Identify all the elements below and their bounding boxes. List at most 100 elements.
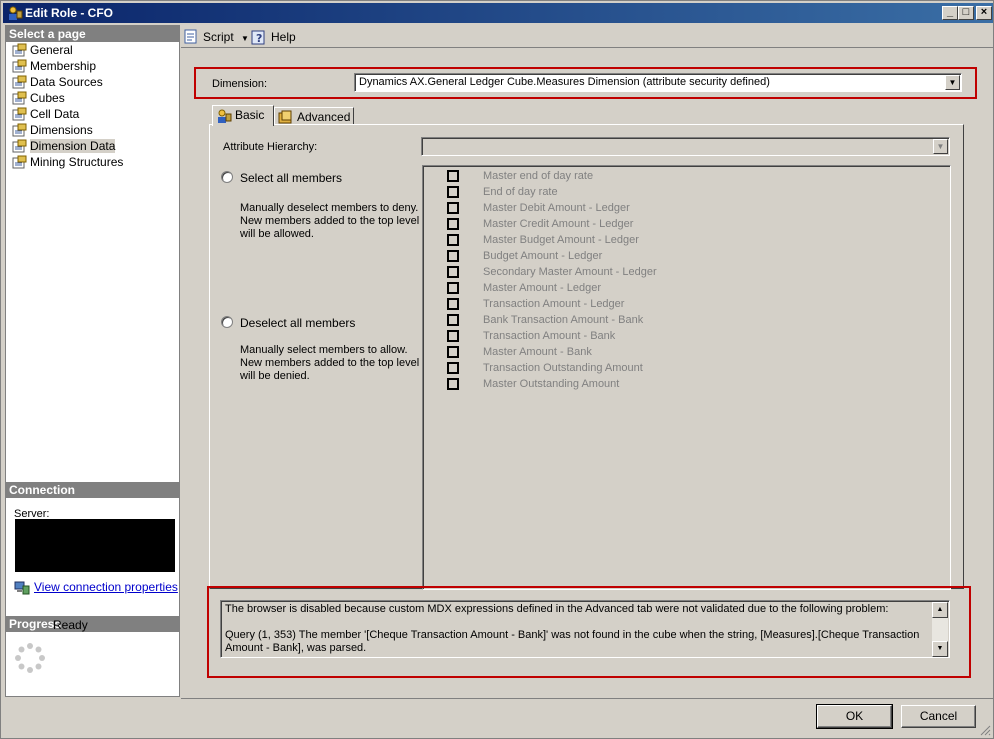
edit-role-window: Edit Role - CFO _ □ × Select a page Gene… — [0, 0, 994, 739]
script-dropdown-icon[interactable]: ▼ — [241, 34, 249, 43]
svg-text:?: ? — [256, 32, 262, 45]
page-item-label: Dimension Data — [30, 139, 116, 153]
deselect-all-description: Manually select members to allow. New me… — [240, 344, 420, 382]
member-checkbox[interactable] — [447, 170, 459, 182]
member-checkbox[interactable] — [447, 218, 459, 230]
resize-grip-icon[interactable] — [979, 724, 991, 736]
member-label: Master Outstanding Amount — [483, 378, 620, 390]
select-page-header: Select a page — [6, 26, 179, 42]
deselect-all-members-radio[interactable] — [221, 316, 233, 328]
member-checkbox[interactable] — [447, 234, 459, 246]
member-checkbox[interactable] — [447, 378, 459, 390]
attribute-hierarchy-label: Attribute Hierarchy: — [223, 141, 318, 153]
page-icon — [12, 43, 27, 57]
member-item[interactable]: Master end of day rate — [447, 168, 593, 184]
member-label: Master Budget Amount - Ledger — [483, 234, 639, 246]
left-panel: Select a page General Membership Data Sour… — [5, 25, 180, 697]
page-item-general[interactable]: General — [10, 42, 73, 58]
member-item[interactable]: End of day rate — [447, 184, 558, 200]
member-item[interactable]: Bank Transaction Amount - Bank — [447, 312, 643, 328]
toolbar: Script ▼ ? Help — [181, 25, 993, 47]
member-item[interactable]: Master Budget Amount - Ledger — [447, 232, 639, 248]
page-item-cubes[interactable]: Cubes — [10, 90, 65, 106]
scroll-down-icon[interactable]: ▼ — [932, 641, 948, 657]
page-item-dimensions[interactable]: Dimensions — [10, 122, 93, 138]
page-icon — [12, 75, 27, 89]
title-bar[interactable]: Edit Role - CFO _ □ × — [3, 3, 993, 23]
member-checkbox[interactable] — [447, 298, 459, 310]
page-item-cell-data[interactable]: Cell Data — [10, 106, 79, 122]
member-item[interactable]: Master Credit Amount - Ledger — [447, 216, 633, 232]
ok-button[interactable]: OK — [816, 704, 893, 729]
deselect-all-members-label[interactable]: Deselect all members — [240, 316, 355, 330]
page-item-membership[interactable]: Membership — [10, 58, 96, 74]
toolbar-separator — [181, 47, 993, 48]
member-checkbox[interactable] — [447, 330, 459, 342]
tab-basic[interactable]: Basic — [212, 105, 274, 126]
help-button[interactable]: ? Help — [251, 28, 296, 46]
page-icon — [12, 91, 27, 105]
member-label: Master Amount - Bank — [483, 346, 592, 358]
scroll-up-icon[interactable]: ▲ — [932, 602, 948, 618]
member-label: Bank Transaction Amount - Bank — [483, 314, 644, 326]
page-item-mining-structures[interactable]: Mining Structures — [10, 154, 123, 170]
page-item-dimension-data[interactable]: Dimension Data — [10, 138, 116, 154]
attribute-hierarchy-dropdown[interactable]: ▼ — [421, 137, 950, 156]
member-item[interactable]: Master Amount - Bank — [447, 344, 592, 360]
help-label: Help — [271, 30, 296, 44]
page-icon — [12, 59, 27, 73]
view-connection-properties-text[interactable]: View connection properties — [34, 580, 178, 594]
member-item[interactable]: Transaction Amount - Bank — [447, 328, 615, 344]
server-name-redacted — [15, 519, 175, 572]
minimize-button[interactable]: _ — [942, 6, 958, 20]
member-checkbox[interactable] — [447, 250, 459, 262]
maximize-button[interactable]: □ — [958, 6, 974, 20]
member-item[interactable]: Transaction Amount - Ledger — [447, 296, 624, 312]
member-item[interactable]: Secondary Master Amount - Ledger — [447, 264, 657, 280]
page-item-data-sources[interactable]: Data Sources — [10, 74, 103, 90]
connection-properties-icon — [14, 581, 30, 595]
member-checkbox[interactable] — [447, 314, 459, 326]
page-icon — [12, 139, 27, 153]
connection-header: Connection — [6, 482, 179, 498]
message-scrollbar[interactable]: ▲ ▼ — [932, 602, 948, 657]
page-icon — [12, 107, 27, 121]
progress-header: Progress — [6, 616, 179, 632]
member-item[interactable]: Master Debit Amount - Ledger — [447, 200, 630, 216]
select-all-members-label[interactable]: Select all members — [240, 171, 342, 185]
member-checkbox[interactable] — [447, 346, 459, 358]
cancel-button[interactable]: Cancel — [901, 705, 976, 728]
bottom-separator — [181, 698, 993, 699]
close-button[interactable]: × — [976, 6, 992, 20]
page-item-label: Cell Data — [30, 107, 80, 121]
member-checkbox[interactable] — [447, 282, 459, 294]
help-icon: ? — [251, 30, 265, 45]
member-checkbox[interactable] — [447, 186, 459, 198]
member-item[interactable]: Master Amount - Ledger — [447, 280, 601, 296]
member-checkbox[interactable] — [447, 266, 459, 278]
script-button[interactable]: Script ▼ — [183, 28, 249, 46]
member-label: Budget Amount - Ledger — [483, 250, 603, 262]
script-label: Script — [203, 30, 234, 44]
member-checkbox[interactable] — [447, 202, 459, 214]
page-item-label: Cubes — [30, 91, 65, 105]
member-checkbox[interactable] — [447, 362, 459, 374]
dimension-dropdown[interactable]: Dynamics AX.General Ledger Cube.Measures… — [354, 73, 962, 92]
member-item[interactable]: Budget Amount - Ledger — [447, 248, 602, 264]
member-label: Master Credit Amount - Ledger — [483, 218, 634, 230]
page-item-label: Data Sources — [30, 75, 103, 89]
dimension-dropdown-arrow-icon[interactable]: ▼ — [945, 75, 960, 90]
member-item[interactable]: Transaction Outstanding Amount — [447, 360, 643, 376]
role-icon — [9, 6, 23, 20]
attribute-hierarchy-arrow-icon[interactable]: ▼ — [933, 139, 948, 154]
view-connection-properties-link[interactable]: View connection properties — [14, 580, 178, 595]
tab-advanced[interactable]: Advanced — [274, 107, 354, 125]
member-label: Transaction Amount - Ledger — [483, 298, 625, 310]
page-icon — [12, 155, 27, 169]
basic-tab-icon — [218, 109, 232, 123]
select-all-members-radio[interactable] — [221, 171, 233, 183]
page-icon — [12, 123, 27, 137]
member-item[interactable]: Master Outstanding Amount — [447, 376, 619, 392]
page-item-label: Mining Structures — [30, 155, 124, 169]
advanced-tab-icon — [278, 110, 292, 124]
